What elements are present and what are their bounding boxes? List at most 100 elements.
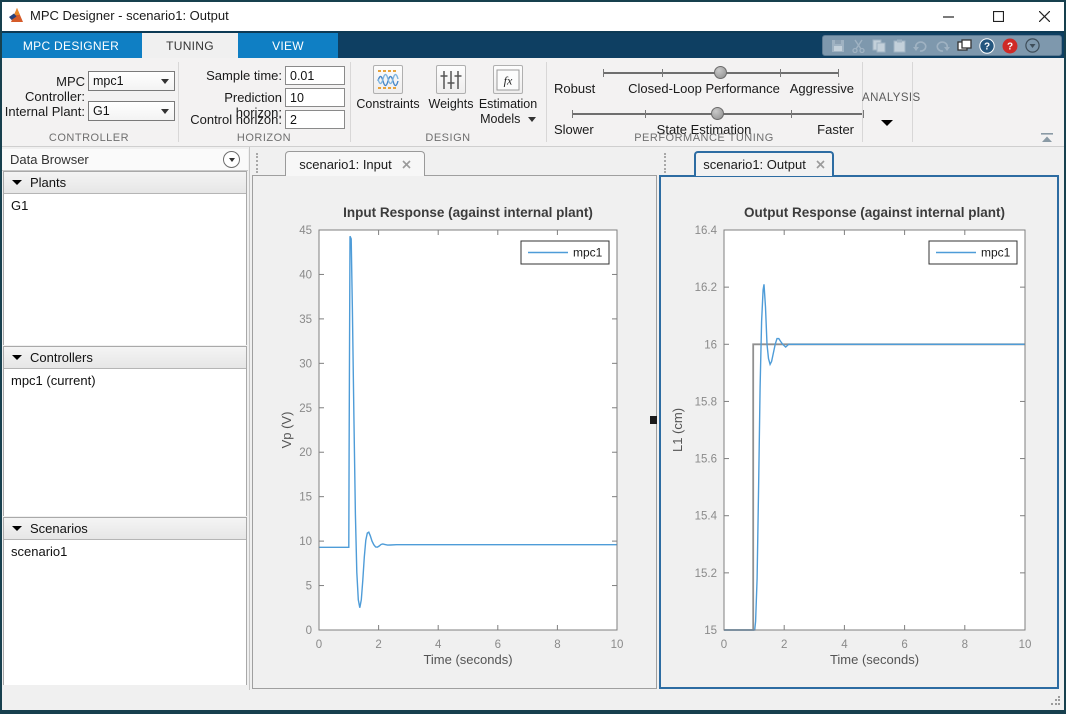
internal-plant-value: G1 [93, 104, 110, 118]
plants-section-header[interactable]: Plants [4, 172, 246, 194]
svg-text:4: 4 [841, 639, 848, 651]
window-border-left [0, 0, 2, 714]
window-border-bottom [0, 710, 1066, 714]
tab-scenario1-input[interactable]: scenario1: Input [285, 151, 425, 176]
minimize-ribbon-button[interactable] [1040, 130, 1054, 148]
sample-time-input[interactable] [285, 66, 345, 85]
aggressive-label: Aggressive [790, 81, 854, 96]
list-item-controller[interactable]: mpc1 (current) [4, 369, 246, 388]
internal-plant-dropdown[interactable]: G1 [88, 101, 175, 121]
plants-section: Plants G1 [3, 171, 247, 345]
help-icon[interactable]: ? [979, 38, 995, 54]
svg-text:16.4: 16.4 [695, 225, 718, 237]
panel-splitter-handle[interactable] [650, 416, 657, 424]
list-item-scenario[interactable]: scenario1 [4, 540, 246, 559]
matlab-help-icon[interactable]: ? [1002, 38, 1018, 54]
input-panel-drag-grip[interactable] [256, 153, 258, 173]
fx-icon: fx [496, 69, 520, 91]
mpc-controller-dropdown[interactable]: mpc1 [88, 71, 175, 91]
paste-icon[interactable] [893, 39, 906, 53]
constraints-icon [376, 68, 400, 91]
close-icon [1039, 11, 1050, 22]
input-tab-label: scenario1: Input [299, 157, 392, 172]
collapse-triangle-icon [12, 526, 22, 531]
tab-view[interactable]: VIEW [238, 33, 338, 58]
tab-tuning[interactable]: TUNING [142, 33, 238, 58]
svg-text:15: 15 [299, 492, 312, 504]
maximize-button[interactable] [978, 4, 1018, 28]
scenarios-list: scenario1 [4, 540, 246, 685]
default-layout-icon[interactable] [957, 39, 972, 53]
copy-icon[interactable] [872, 39, 886, 53]
svg-text:0: 0 [721, 639, 727, 651]
sample-time-label: Sample time: [179, 68, 282, 83]
svg-text:25: 25 [299, 403, 312, 415]
tab-scenario1-output[interactable]: scenario1: Output [694, 151, 834, 176]
svg-text:6: 6 [901, 639, 907, 651]
design-section-label: DESIGN [350, 132, 546, 144]
input-response-chart: 0246810051015202530354045Input Response … [253, 177, 656, 688]
qat-expand-icon[interactable] [1025, 38, 1040, 53]
svg-text:?: ? [1007, 41, 1013, 52]
data-browser-menu-button[interactable] [223, 151, 240, 168]
save-icon[interactable] [831, 39, 845, 53]
scenarios-section-header[interactable]: Scenarios [4, 518, 246, 540]
cut-icon[interactable] [852, 39, 865, 53]
state-estimation-slider[interactable] [572, 107, 864, 121]
svg-text:45: 45 [299, 225, 312, 237]
svg-text:15: 15 [704, 625, 717, 637]
svg-text:4: 4 [435, 639, 442, 651]
output-response-chart: 02468101515.215.415.615.81616.216.4Outpu… [661, 178, 1057, 686]
svg-text:6: 6 [495, 639, 501, 651]
analysis-gallery-button[interactable]: ANALYSIS [862, 92, 912, 104]
tab-mpc-designer[interactable]: MPC DESIGNER [0, 33, 142, 58]
close-button[interactable] [1024, 4, 1064, 28]
svg-text:2: 2 [375, 639, 381, 651]
output-tab-label: scenario1: Output [703, 157, 806, 172]
controller-section-label: CONTROLLER [0, 132, 178, 144]
window-border-top [0, 0, 1066, 2]
plants-label: Plants [30, 175, 66, 190]
svg-text:2: 2 [781, 639, 787, 651]
svg-text:Time (seconds): Time (seconds) [423, 652, 512, 667]
sidebar-splitter[interactable] [249, 147, 250, 690]
svg-text:Vp (V): Vp (V) [279, 412, 294, 449]
collapse-triangle-icon [12, 355, 22, 360]
list-item-plant[interactable]: G1 [4, 194, 246, 213]
control-horizon-input[interactable] [285, 110, 345, 129]
undo-icon[interactable] [913, 39, 928, 53]
closed-loop-performance-slider[interactable] [603, 66, 839, 80]
close-output-tab-icon[interactable] [816, 160, 825, 169]
estimation-models-button[interactable]: fx Estimation Models [471, 65, 545, 127]
svg-text:5: 5 [306, 581, 312, 593]
output-panel-drag-grip[interactable] [664, 153, 666, 173]
redo-icon[interactable] [935, 39, 950, 53]
slider-knob[interactable] [714, 66, 727, 79]
prediction-horizon-input[interactable] [285, 88, 345, 107]
svg-text:Input Response (against intern: Input Response (against internal plant) [343, 205, 593, 220]
resize-grip[interactable] [1050, 695, 1060, 705]
titlebar: MPC Designer - scenario1: Output [0, 0, 1066, 31]
analysis-expand-icon[interactable] [881, 126, 893, 144]
controllers-section-header[interactable]: Controllers [4, 347, 246, 369]
controllers-label: Controllers [30, 350, 93, 365]
matlab-logo-icon [9, 8, 25, 23]
slider-knob[interactable] [711, 107, 724, 120]
minimize-button[interactable] [928, 4, 968, 28]
svg-text:10: 10 [611, 639, 624, 651]
weights-icon [439, 69, 463, 91]
svg-text:10: 10 [1019, 639, 1032, 651]
close-input-tab-icon[interactable] [402, 160, 411, 169]
divider [546, 62, 547, 142]
ribbon-tuning: MPC Controller: mpc1 Internal Plant: G1 … [0, 58, 1066, 147]
horizon-section-label: HORIZON [178, 132, 350, 144]
ribbon-tabstrip: MPC DESIGNER TUNING VIEW [0, 33, 1066, 58]
titlebar-divider [0, 31, 1066, 33]
svg-text:10: 10 [299, 536, 312, 548]
collapse-triangle-icon [12, 180, 22, 185]
chevron-down-icon [161, 109, 169, 114]
chevron-down-icon [528, 117, 536, 122]
estimation-models-label: Estimation Models [471, 97, 545, 127]
scenarios-section: Scenarios scenario1 [3, 517, 247, 685]
controllers-list: mpc1 (current) [4, 369, 246, 516]
